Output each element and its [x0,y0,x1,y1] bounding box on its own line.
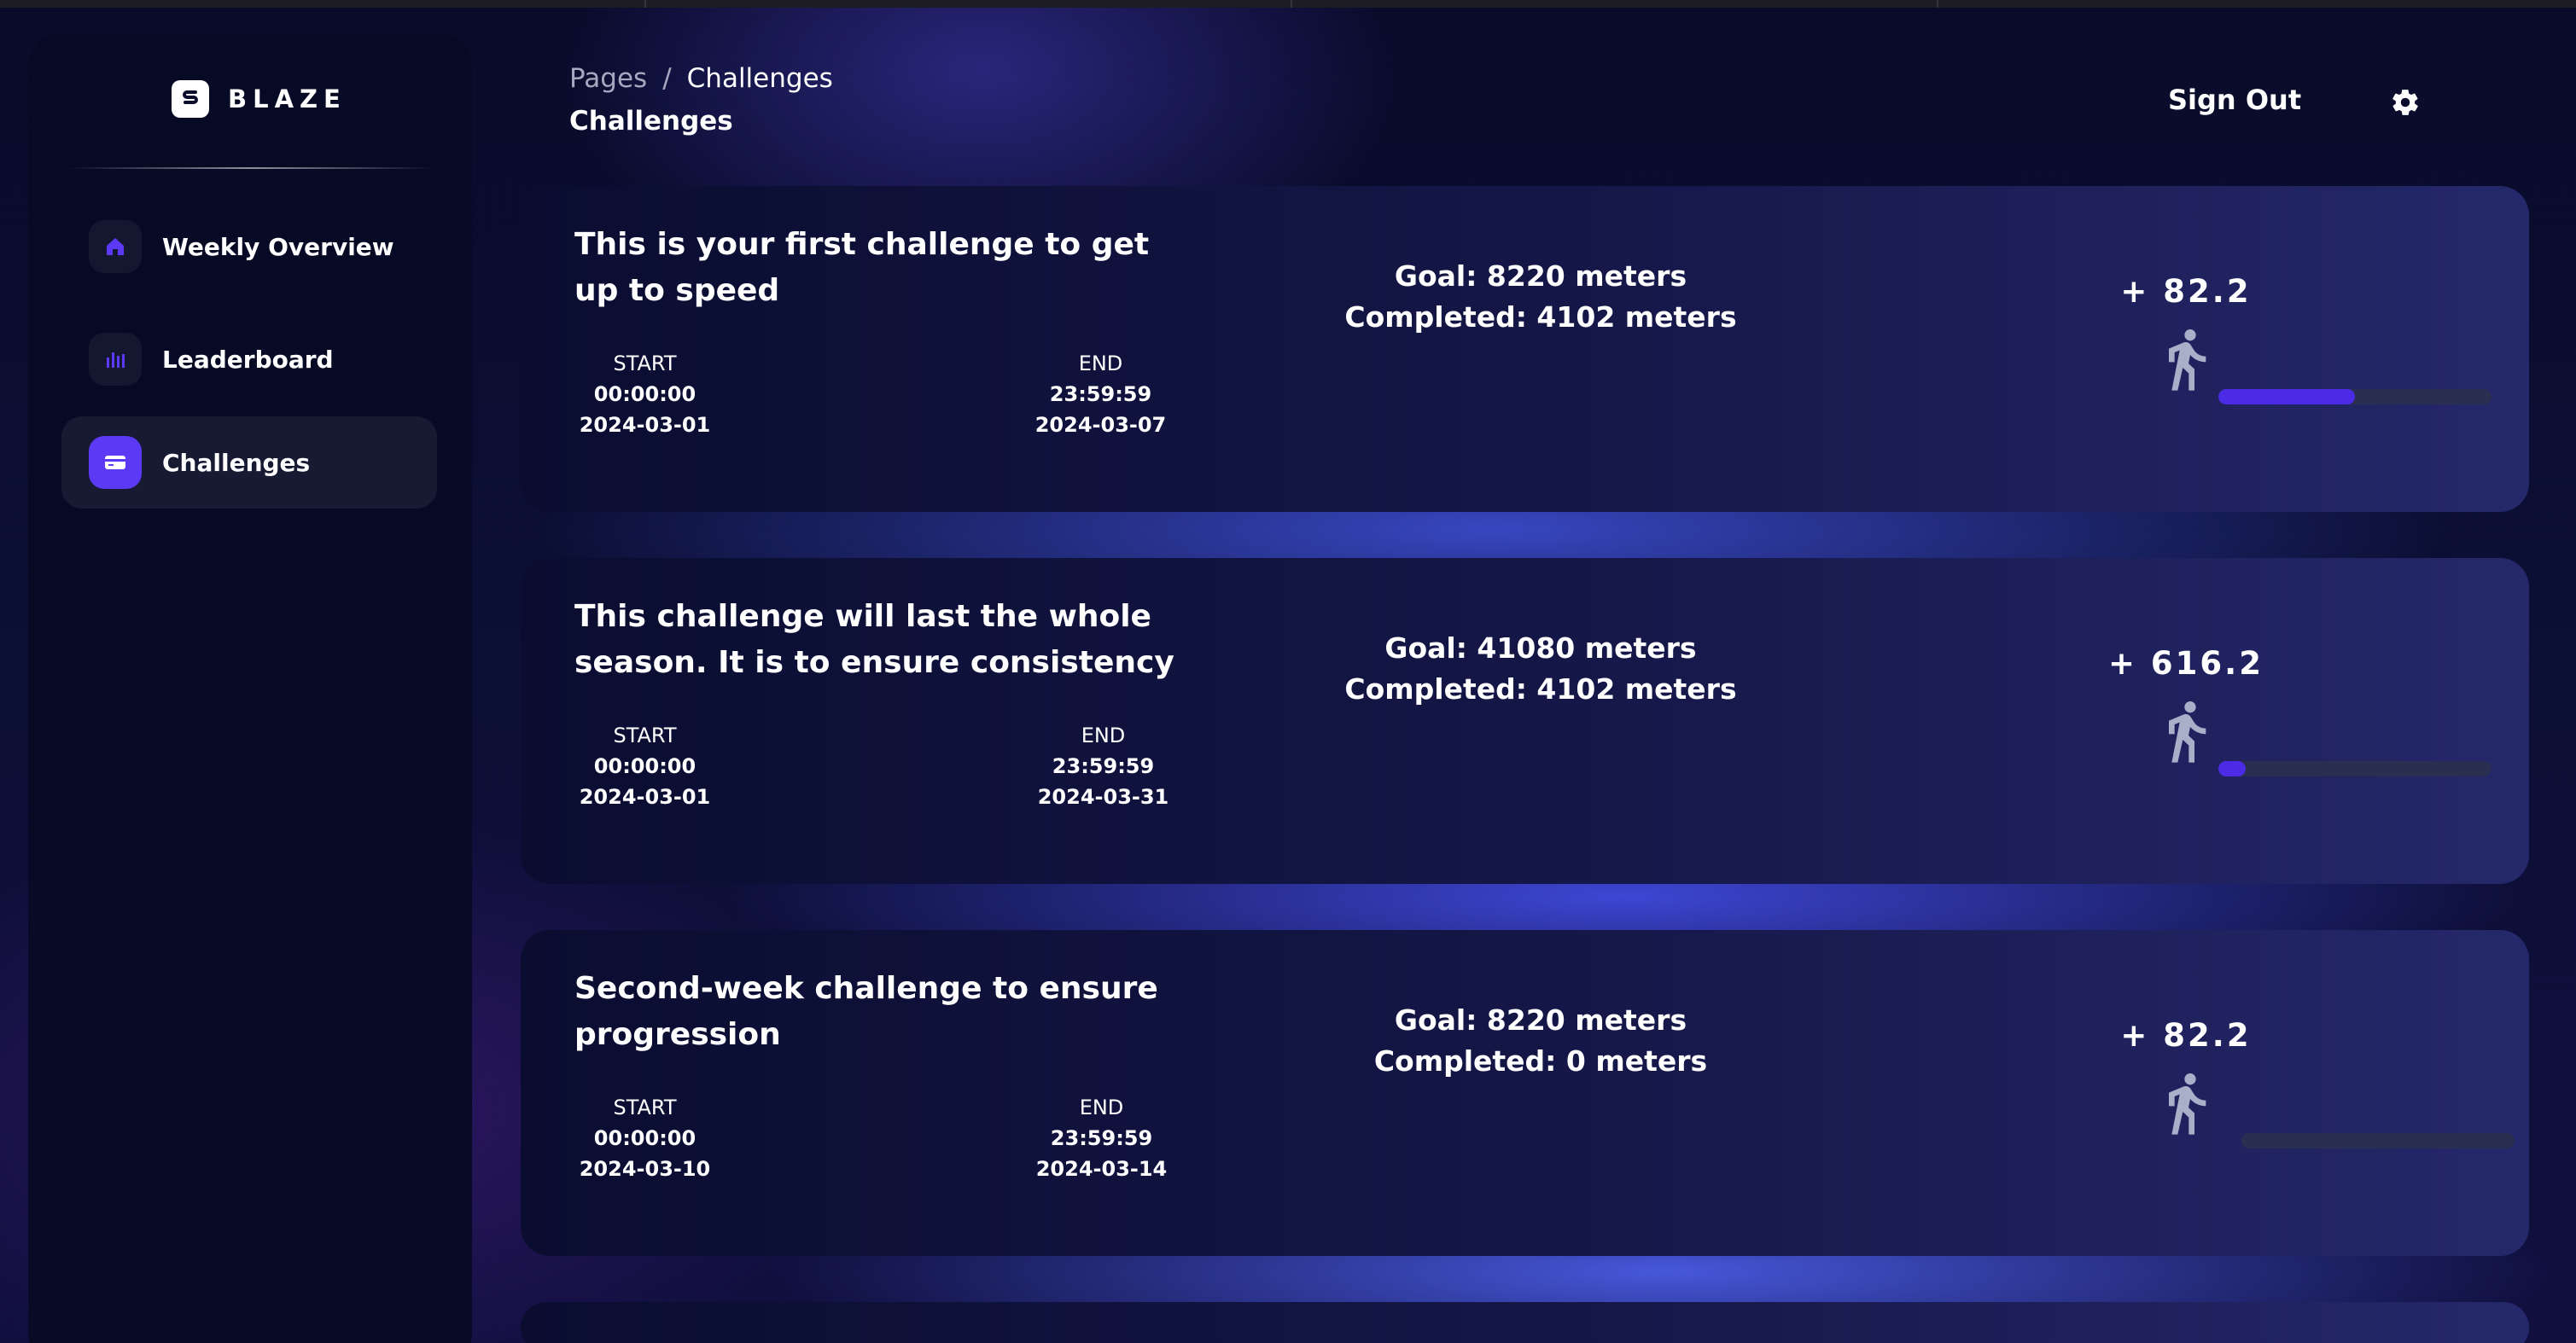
start-time: 00:00:00 [593,754,696,778]
challenge-start: START 00:00:00 2024-03-01 [574,720,715,812]
sidebar-item-weekly-overview[interactable]: Weekly Overview [61,201,437,293]
bolt-s-icon [172,80,209,118]
end-time: 23:59:59 [1052,754,1155,778]
progress-bar [2241,1133,2515,1148]
sidebar-item-label: Leaderboard [162,345,334,374]
challenge-card[interactable]: This challenge will last the whole seaso… [521,558,2529,884]
breadcrumb-separator: / [662,63,672,94]
challenge-title: Second-week challenge to ensure progress… [574,971,1158,1052]
start-date: 2024-03-01 [579,413,711,437]
sidebar-item-label: Challenges [162,448,311,477]
breadcrumb: Pages / Challenges [569,63,833,94]
challenge-title: This challenge will last the whole seaso… [574,599,1174,680]
challenge-end: END 23:59:59 2024-03-31 [1033,720,1174,812]
bar-chart-icon [89,333,142,386]
brand-name: BLAZE [228,84,347,113]
progress-bar [2218,389,2491,404]
sidebar-item-challenges[interactable]: Challenges [61,416,437,509]
progress-fill [2218,389,2355,404]
challenge-title: This is your first challenge to get up t… [574,227,1150,308]
end-date: 2024-03-07 [1034,413,1167,437]
end-label: END [1079,1096,1124,1119]
goal-text: Goal: 8220 meters [1394,259,1687,293]
end-label: END [1081,724,1126,747]
tab-segment [0,0,646,8]
tab-segment [646,0,1292,8]
goal-text: Goal: 8220 meters [1394,1003,1687,1037]
challenge-card[interactable] [521,1302,2529,1343]
challenge-goal-block: Goal: 8220 meters Completed: 4102 meters [1280,256,1801,338]
start-label: START [613,1096,677,1119]
breadcrumb-current: Challenges [686,63,833,94]
start-label: START [613,724,677,747]
runner-icon [2152,320,2220,398]
runner-icon [2152,692,2220,770]
challenge-goal-block: Goal: 8220 meters Completed: 0 meters [1280,1000,1801,1082]
completed-text: Completed: 0 meters [1373,1044,1708,1078]
start-time: 00:00:00 [593,382,696,406]
completed-text: Completed: 4102 meters [1344,300,1737,334]
start-time: 00:00:00 [593,1126,696,1150]
challenge-goal-block: Goal: 41080 meters Completed: 4102 meter… [1280,628,1801,710]
page-title: Challenges [569,106,733,137]
brand[interactable]: BLAZE [172,80,347,118]
end-date: 2024-03-14 [1035,1157,1168,1181]
tab-segment [1292,0,1938,8]
progress-bar [2218,761,2491,776]
home-icon [89,220,142,273]
runner-icon [2152,1064,2220,1142]
sidebar-divider [67,167,434,169]
challenge-end: END 23:59:59 2024-03-07 [1030,348,1171,440]
goal-text: Goal: 41080 meters [1384,631,1697,665]
sidebar: BLAZE Weekly Overview Leaderboard Challe… [28,34,472,1343]
progress-fill [2218,761,2246,776]
end-time: 23:59:59 [1050,1126,1153,1150]
sign-out-button[interactable]: Sign Out [2168,84,2301,116]
end-time: 23:59:59 [1049,382,1152,406]
challenge-start: START 00:00:00 2024-03-01 [574,348,715,440]
sidebar-item-leaderboard[interactable]: Leaderboard [61,313,437,405]
challenge-end: END 23:59:59 2024-03-14 [1031,1092,1172,1184]
sidebar-item-label: Weekly Overview [162,232,394,261]
start-label: START [613,352,677,375]
reward-points: + 82.2 [2120,273,2252,310]
challenge-start: START 00:00:00 2024-03-10 [574,1092,715,1184]
challenge-card[interactable]: This is your first challenge to get up t… [521,186,2529,512]
start-date: 2024-03-01 [579,785,711,809]
end-date: 2024-03-31 [1037,785,1169,809]
window-tab-strip [0,0,2576,8]
reward-points: + 616.2 [2108,645,2264,682]
completed-text: Completed: 4102 meters [1344,672,1737,706]
challenge-card[interactable]: Second-week challenge to ensure progress… [521,930,2529,1256]
end-label: END [1078,352,1123,375]
reward-points: + 82.2 [2120,1017,2252,1054]
card-icon [89,436,142,489]
breadcrumb-root[interactable]: Pages [569,63,647,94]
start-date: 2024-03-10 [579,1157,711,1181]
gear-icon[interactable] [2390,87,2421,118]
